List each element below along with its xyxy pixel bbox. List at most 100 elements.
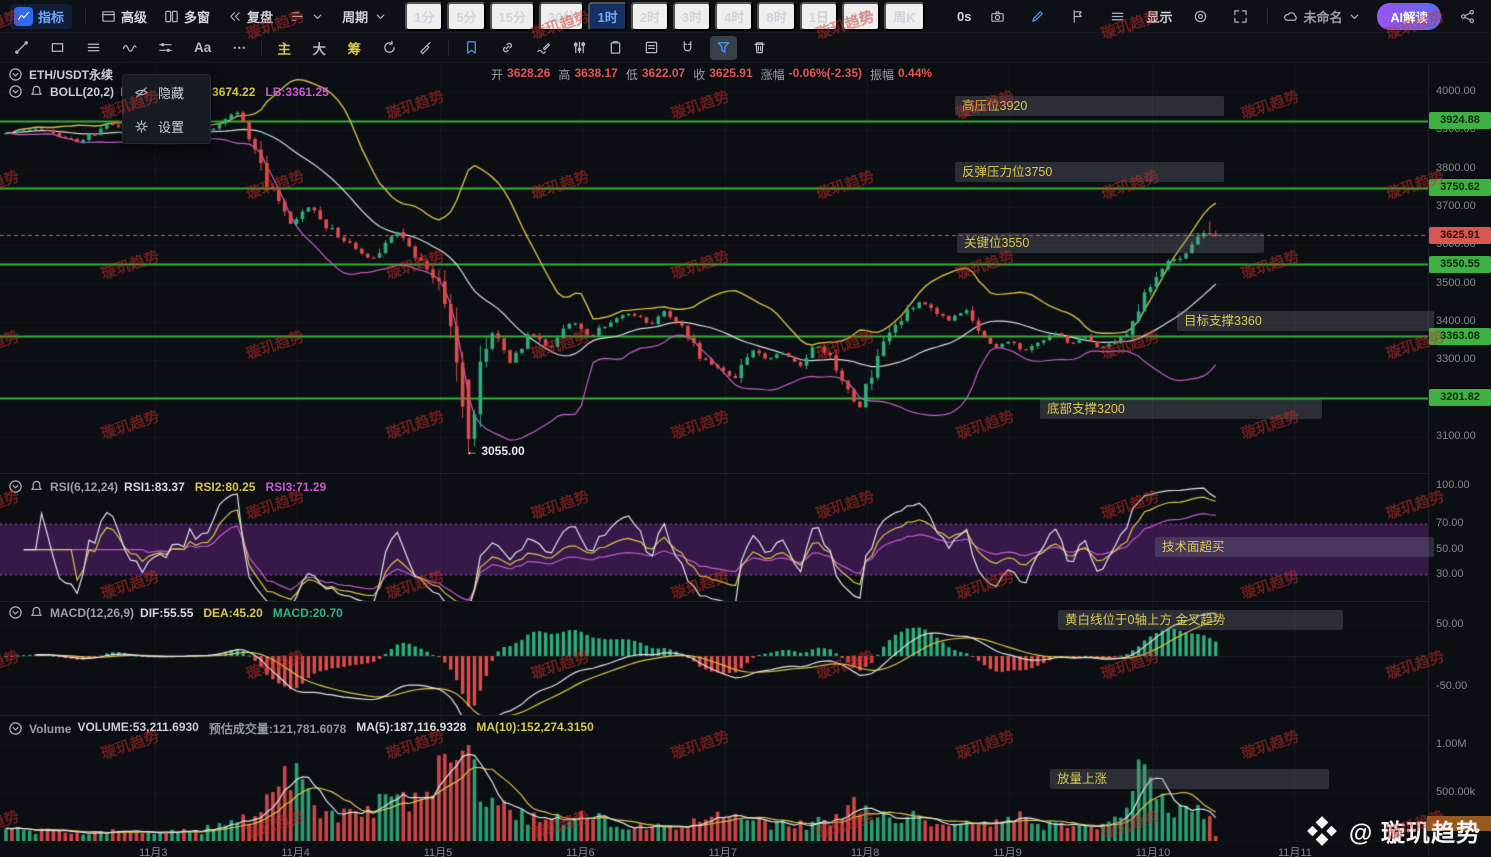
more-tools[interactable]: ⋯ — [226, 36, 252, 60]
ohlc-field: 涨幅 -0.06%(-2.35) — [760, 66, 863, 82]
cloud-icon — [1283, 9, 1298, 24]
collapse-icon[interactable] — [8, 721, 23, 736]
high-pressure-label[interactable]: 高压位3920 — [955, 96, 1224, 116]
target-support-label[interactable]: 目标支撑3360 — [1177, 311, 1434, 331]
screenshot-button[interactable] — [984, 4, 1011, 28]
timeframe-3时[interactable]: 3时 — [672, 1, 712, 31]
toolbar-divider — [261, 39, 263, 56]
indicator-value: MA(10):152,274.3150 — [476, 720, 594, 734]
price-tick: 3500.00 — [1436, 276, 1476, 289]
multi-window-button[interactable]: 多窗 — [162, 5, 212, 28]
alert-bell-icon[interactable] — [29, 84, 44, 99]
fullscreen-button[interactable] — [1227, 4, 1254, 28]
layout-cloud-button[interactable]: 未命名 — [1281, 5, 1364, 28]
time-axis-label: 11月9 — [993, 847, 1022, 857]
rsi-indicator-name: RSI(6,12,24) — [50, 479, 119, 494]
period-button[interactable]: 周期 — [340, 5, 390, 28]
compare-tool[interactable] — [566, 36, 593, 60]
price-axis[interactable]: 4000.00 3900.00 3800.00 3700.00 3600.00 3500.… — [1428, 62, 1491, 857]
text-tool[interactable]: Aa — [188, 36, 217, 60]
lines-tool[interactable] — [80, 36, 107, 60]
collapse-icon[interactable] — [8, 84, 23, 99]
timeframe-8时[interactable]: 8时 — [757, 1, 796, 31]
bottom-support-label[interactable]: 底部支撑3200 — [1040, 399, 1322, 419]
timeframe-1分[interactable]: 1分 — [405, 1, 444, 31]
ai-analysis-button[interactable]: AI解读 — [1377, 2, 1441, 30]
bookmark-tool[interactable] — [458, 36, 485, 60]
collapse-icon[interactable] — [8, 67, 23, 82]
timeframe-list: 1分 5分 15分 30分 1时 2时 3时 4时 8时 1日 2日 周K — [405, 1, 925, 31]
draw-button[interactable] — [1024, 4, 1051, 28]
timeframe-15分[interactable]: 15分 — [489, 1, 536, 31]
cursor-line-tool[interactable] — [8, 36, 35, 60]
last-price-badge: 3625.91 — [1429, 226, 1491, 244]
magnet-tool[interactable] — [674, 36, 701, 60]
volume-surge-label[interactable]: 放量上涨 — [1050, 769, 1329, 789]
refresh-tool[interactable] — [376, 36, 403, 60]
timeframe-1时[interactable]: 1时 — [588, 1, 627, 31]
chart-line-icon — [14, 6, 33, 26]
window-icon — [101, 9, 116, 24]
rsi-header-row: RSI(6,12,24) RSI1:83.37 RSI2:80.25 RSI3:71… — [8, 479, 326, 494]
large-view-toggle[interactable]: 大 — [306, 36, 332, 60]
menu-item-settings[interactable]: 设置 — [123, 109, 210, 143]
advanced-button[interactable]: 高级 — [99, 5, 149, 28]
tag-button[interactable] — [1064, 4, 1091, 28]
timeframe-2时[interactable]: 2时 — [630, 1, 669, 31]
timeframe-5分[interactable]: 5分 — [447, 1, 486, 31]
volume-header-row: Volume VOLUME:53,211.6930 预估成交量:121,781.6… — [8, 720, 594, 737]
alert-bell-icon[interactable] — [29, 479, 44, 494]
alert-bell-icon[interactable] — [29, 605, 44, 620]
volume-tick: 500.00k — [1436, 786, 1476, 798]
timeframe-4时[interactable]: 4时 — [715, 1, 754, 31]
eye-off-icon — [134, 85, 149, 100]
volume-profile-button[interactable] — [288, 7, 327, 26]
list-button[interactable] — [1104, 4, 1131, 28]
rewind-icon — [227, 9, 242, 24]
timeframe-2日[interactable]: 2日 — [841, 1, 881, 31]
key-level-label[interactable]: 关键位3550 — [957, 233, 1264, 253]
volume-tick: 1.00M — [1436, 738, 1467, 750]
filter-tool[interactable] — [710, 35, 738, 60]
pane-divider[interactable] — [0, 473, 1491, 474]
collapse-icon[interactable] — [8, 605, 23, 620]
macd-golden-cross-label[interactable]: 黄白线位于0轴上方 金叉趋势 — [1058, 610, 1343, 630]
indicator-value: 3674.22 — [212, 84, 256, 99]
clipboard-tool[interactable] — [602, 36, 629, 60]
timeframe-1日[interactable]: 1日 — [799, 1, 838, 31]
chip-distribution-toggle[interactable]: 筹 — [341, 36, 367, 60]
rect-tool[interactable] — [44, 36, 71, 60]
main-chart-toggle[interactable]: 主 — [271, 36, 297, 60]
time-axis-label: 11月10 — [1135, 847, 1171, 857]
rebound-pressure-label[interactable]: 反弹压力位3750 — [955, 162, 1224, 182]
menu-item-hide[interactable]: 隐藏 — [123, 75, 210, 109]
indicator-value: VOLUME:53,211.6930 — [77, 720, 199, 734]
collapse-icon[interactable] — [8, 479, 23, 494]
indicator-button[interactable]: 指标 — [10, 3, 73, 29]
time-axis[interactable]: 11月3 11月4 11月5 11月6 11月7 11月8 11月9 11月10 11月11 — [0, 841, 1428, 857]
timeframe-30分[interactable]: 30分 — [539, 1, 585, 31]
pencil-icon — [1030, 9, 1045, 24]
link-tool[interactable] — [494, 36, 521, 60]
indicator-value: 预估成交量:121,781.6078 — [208, 722, 347, 736]
display-button[interactable]: 显示 — [1144, 5, 1174, 28]
ohlc-field: 高 3638.17 — [558, 66, 618, 82]
brush-tool[interactable] — [412, 36, 439, 60]
overbought-label[interactable]: 技术面超买 — [1155, 537, 1434, 557]
channel-tool[interactable] — [152, 36, 179, 60]
pane-divider[interactable] — [0, 601, 1491, 602]
share-button[interactable] — [1454, 4, 1481, 28]
wave-tool[interactable] — [116, 36, 143, 60]
ohlc-values: 开 3628.26 高 3638.17 低 3622.07 收 3625.91 涨幅 -0.06%… — [491, 66, 940, 83]
timeframe-周K[interactable]: 周K — [884, 1, 925, 31]
notes-tool[interactable] — [638, 36, 665, 60]
indicator-value: RSI3:71.29 — [265, 479, 327, 494]
pane-divider[interactable] — [0, 715, 1491, 716]
pen-tool[interactable] — [530, 36, 557, 60]
trash-tool[interactable] — [746, 36, 773, 60]
diamond-logo-icon — [1305, 814, 1339, 848]
price-tick: 3800.00 — [1436, 161, 1476, 174]
replay-button[interactable]: 复盘 — [225, 5, 275, 28]
macd-tick: -50.00 — [1436, 680, 1468, 692]
settings-button[interactable] — [1187, 4, 1214, 28]
